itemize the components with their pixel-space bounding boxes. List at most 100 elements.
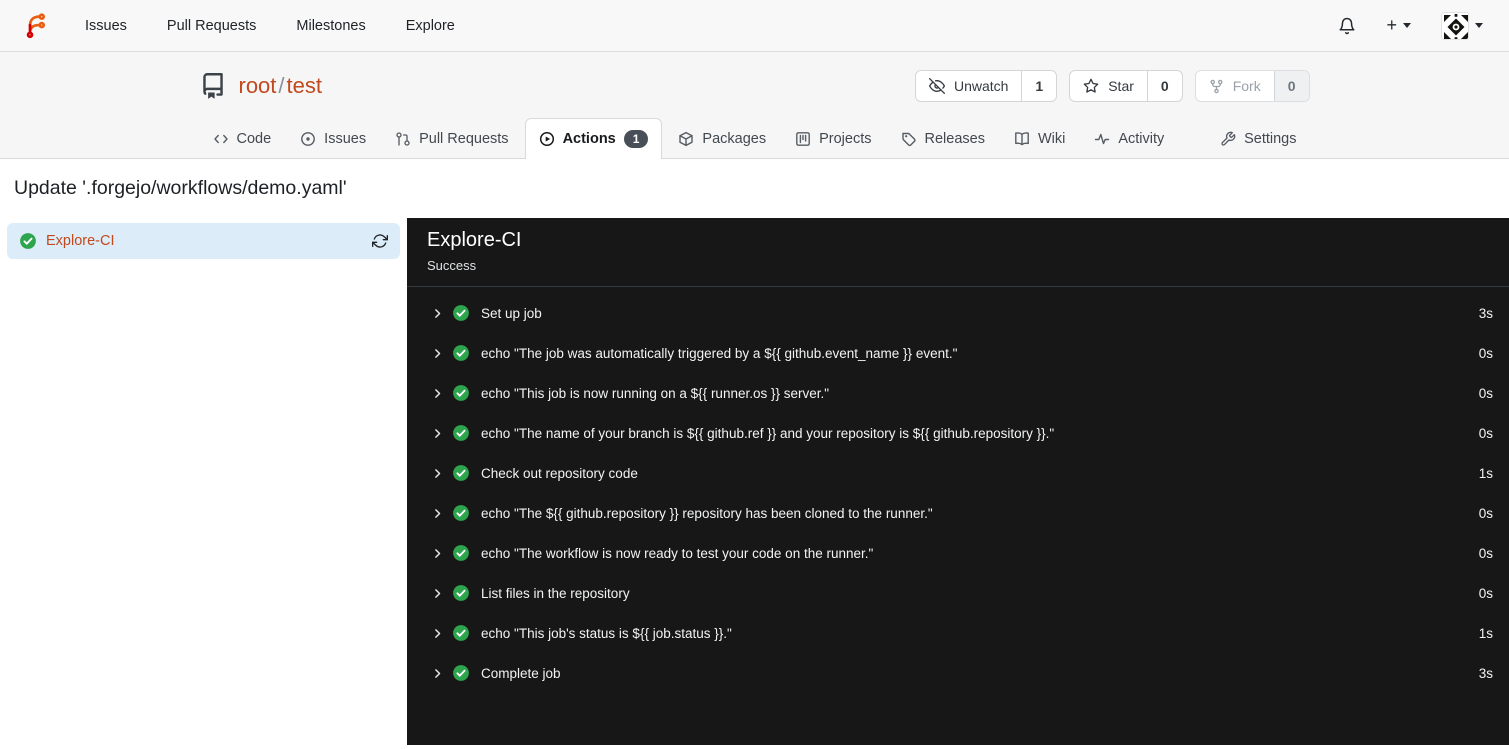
nav-link-issues[interactable]: Issues <box>85 18 127 34</box>
tab-issues[interactable]: Issues <box>287 120 379 158</box>
check-circle-icon <box>453 585 469 601</box>
chevron-right-icon <box>435 308 441 318</box>
chevron-right-icon <box>435 428 441 438</box>
repo-owner-link[interactable]: root <box>239 73 277 98</box>
job-status-text: Success <box>427 258 477 273</box>
create-new-button[interactable]: + <box>1386 15 1411 36</box>
step-duration: 0s <box>1478 345 1493 361</box>
star-button-group: Star 0 <box>1069 70 1183 102</box>
user-menu[interactable] <box>1441 11 1483 40</box>
repo-action-buttons: Unwatch 1 Star 0 Fork 0 <box>914 70 1310 102</box>
forks-count: 0 <box>1274 71 1309 101</box>
chevron-down-icon <box>1475 23 1483 28</box>
star-button[interactable]: Star <box>1070 71 1148 101</box>
step-row[interactable]: Set up job 3s <box>407 293 1509 333</box>
project-icon <box>796 132 811 146</box>
stars-count[interactable]: 0 <box>1148 71 1182 101</box>
star-label: Star <box>1108 78 1134 94</box>
tab-wiki[interactable]: Wiki <box>1001 120 1078 158</box>
step-row[interactable]: echo "This job is now running on a ${{ r… <box>407 373 1509 413</box>
fork-label: Fork <box>1232 78 1261 94</box>
watchers-count[interactable]: 1 <box>1022 71 1056 101</box>
step-label: echo "The name of your branch is ${{ git… <box>481 425 1055 441</box>
tab-pull-requests[interactable]: Pull Requests <box>382 120 521 158</box>
chevron-right-icon <box>435 388 441 398</box>
job-log-panel: Explore-CI Success Set up job 3s echo "T… <box>407 218 1509 745</box>
step-label: Check out repository code <box>481 465 638 481</box>
nav-link-explore[interactable]: Explore <box>406 18 455 34</box>
book-icon <box>1015 132 1029 146</box>
chevron-right-icon <box>435 588 441 598</box>
play-circle-icon <box>539 131 554 147</box>
step-label: echo "This job is now running on a ${{ r… <box>481 385 830 401</box>
jobs-sidebar: Explore-CI <box>0 218 407 745</box>
check-circle-icon <box>453 505 469 521</box>
step-label: echo "The ${{ github.repository }} repos… <box>481 505 933 521</box>
step-duration: 0s <box>1478 425 1493 441</box>
sidebar-job-explore-ci[interactable]: Explore-CI <box>7 223 400 259</box>
unwatch-label: Unwatch <box>953 78 1009 94</box>
pulse-icon <box>1095 133 1110 145</box>
step-row[interactable]: Complete job 3s <box>407 653 1509 693</box>
tab-packages[interactable]: Packages <box>665 120 779 158</box>
job-name: Explore-CI <box>46 233 115 249</box>
step-row[interactable]: echo "The job was automatically triggere… <box>407 333 1509 373</box>
check-circle-icon <box>453 305 469 321</box>
check-circle-icon <box>453 425 469 441</box>
chevron-right-icon <box>435 668 441 678</box>
unwatch-button[interactable]: Unwatch <box>916 71 1023 101</box>
repo-header: root/test Unwatch 1 Star 0 Fork 0 Code I… <box>0 52 1509 159</box>
tab-projects[interactable]: Projects <box>782 120 884 158</box>
step-duration: 0s <box>1478 385 1493 401</box>
actions-count-badge: 1 <box>623 130 649 148</box>
step-label: Set up job <box>481 305 542 321</box>
navbar-right: + <box>1338 11 1483 40</box>
star-icon <box>1083 78 1099 93</box>
chevron-right-icon <box>435 348 441 358</box>
check-circle-icon <box>453 465 469 481</box>
repo-name-link[interactable]: test <box>287 73 322 98</box>
avatar <box>1441 11 1469 40</box>
eye-slash-icon <box>928 78 945 94</box>
fork-button-group: Fork 0 <box>1194 70 1310 102</box>
repo-title: root/test <box>200 73 322 99</box>
tab-settings[interactable]: Settings <box>1207 120 1309 158</box>
code-icon <box>213 134 228 144</box>
check-circle-icon <box>453 545 469 561</box>
tab-code[interactable]: Code <box>200 120 285 158</box>
step-duration: 3s <box>1478 665 1493 681</box>
step-row[interactable]: echo "This job's status is ${{ job.statu… <box>407 613 1509 653</box>
tab-activity[interactable]: Activity <box>1081 120 1177 158</box>
step-row[interactable]: echo "The workflow is now ready to test … <box>407 533 1509 573</box>
tab-actions[interactable]: Actions 1 <box>524 118 663 159</box>
step-row[interactable]: Check out repository code 1s <box>407 453 1509 493</box>
step-label: echo "This job's status is ${{ job.statu… <box>481 625 732 641</box>
forgejo-logo[interactable] <box>22 12 49 39</box>
check-circle-icon <box>453 625 469 641</box>
nav-link-milestones[interactable]: Milestones <box>296 18 365 34</box>
job-header: Explore-CI Success <box>407 218 1509 287</box>
step-label: echo "The workflow is now ready to test … <box>481 545 874 561</box>
check-circle-icon <box>453 385 469 401</box>
nav-link-pull-requests[interactable]: Pull Requests <box>167 18 256 34</box>
chevron-right-icon <box>435 508 441 518</box>
step-duration: 1s <box>1478 625 1493 641</box>
chevron-right-icon <box>435 628 441 638</box>
check-circle-icon <box>453 345 469 361</box>
step-row[interactable]: List files in the repository 0s <box>407 573 1509 613</box>
step-duration: 0s <box>1478 505 1493 521</box>
watch-button-group: Unwatch 1 <box>914 70 1058 102</box>
steps-list: Set up job 3s echo "The job was automati… <box>407 287 1509 693</box>
check-circle-icon <box>453 665 469 681</box>
step-row[interactable]: echo "The ${{ github.repository }} repos… <box>407 493 1509 533</box>
step-duration: 3s <box>1478 305 1493 321</box>
plus-icon: + <box>1386 15 1397 35</box>
step-duration: 0s <box>1478 545 1493 561</box>
package-icon <box>679 131 694 147</box>
tag-icon <box>901 132 916 147</box>
bell-icon[interactable] <box>1338 17 1356 35</box>
tab-releases[interactable]: Releases <box>888 120 998 158</box>
repo-tabs: Code Issues Pull Requests Actions 1 Pack… <box>200 118 1310 159</box>
refresh-icon[interactable] <box>372 233 388 249</box>
step-row[interactable]: echo "The name of your branch is ${{ git… <box>407 413 1509 453</box>
